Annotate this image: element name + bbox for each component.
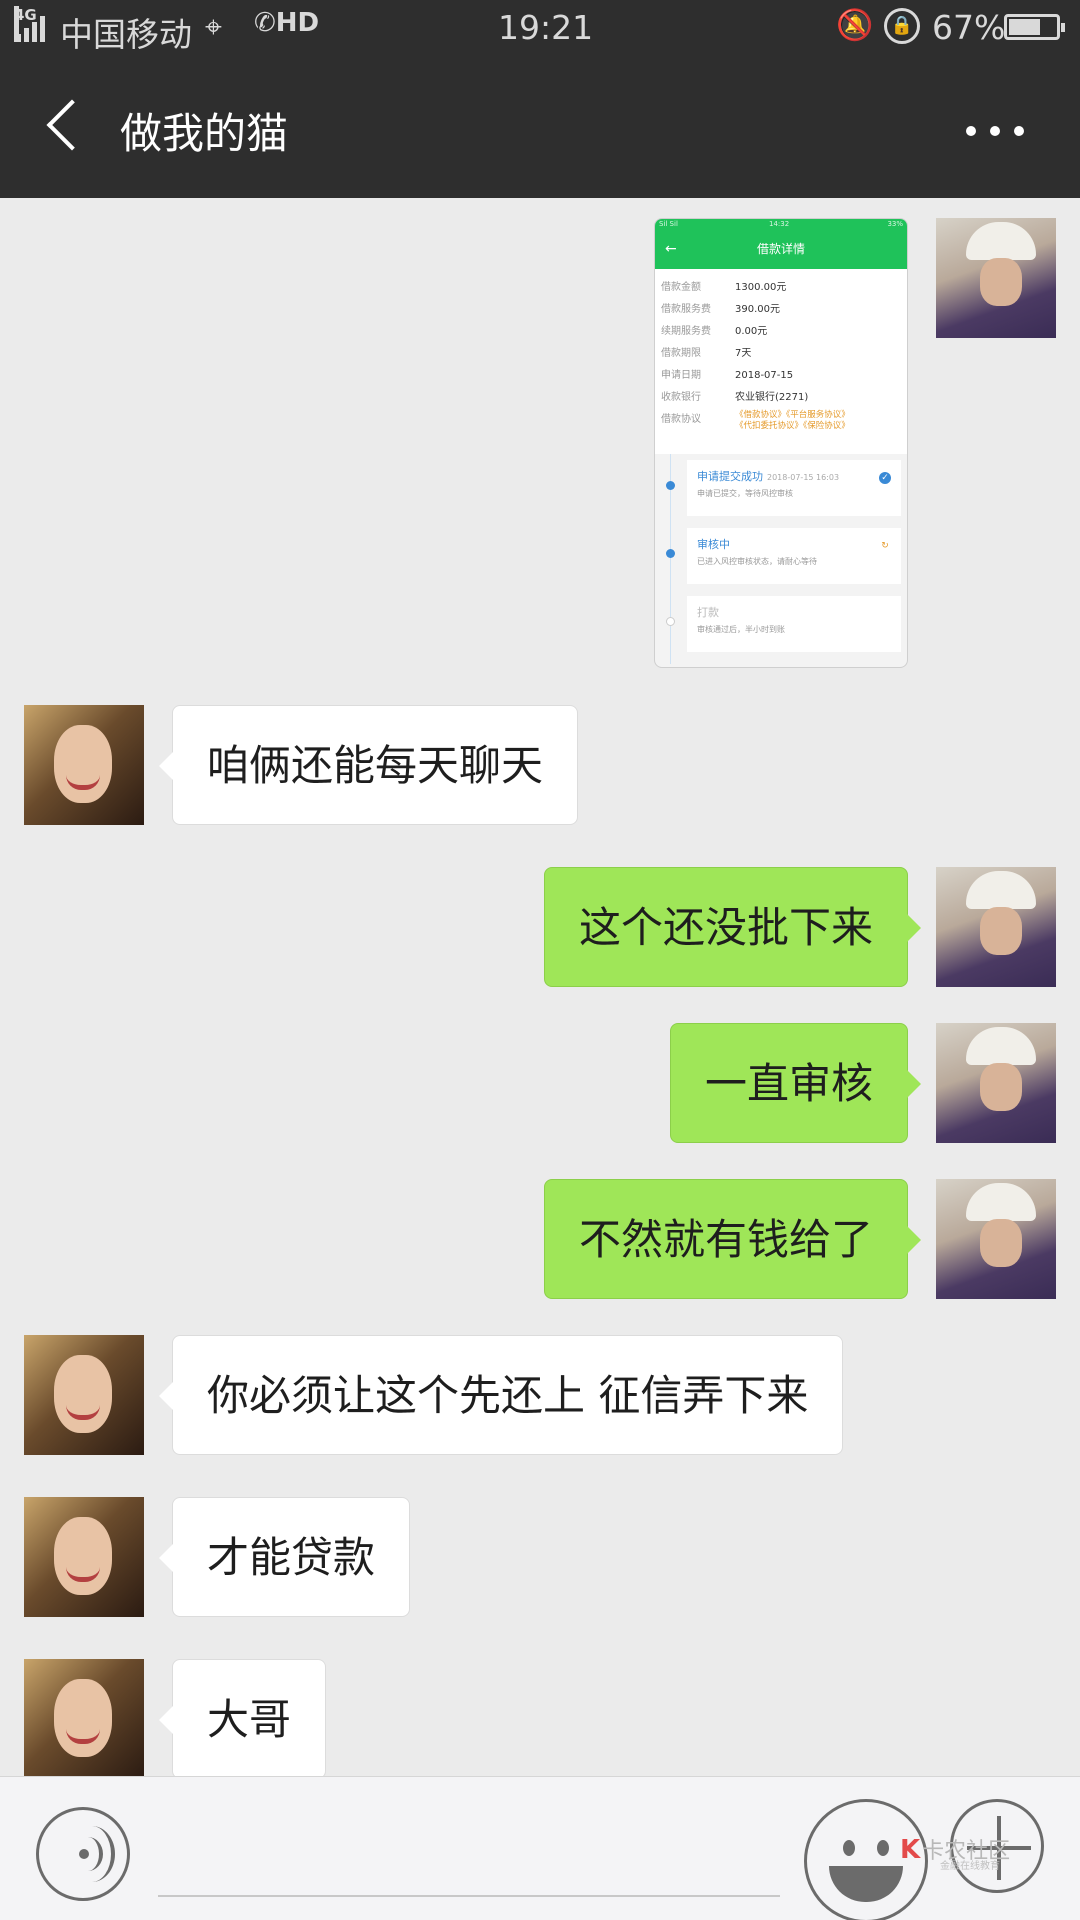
agreement-links: 《借款协议》《平台服务协议》 《代扣委托协议》《保险协议》 bbox=[735, 409, 850, 432]
back-button[interactable] bbox=[40, 97, 90, 157]
message-bubble[interactable]: 你必须让这个先还上 征信弄下来 bbox=[158, 1335, 844, 1455]
my-avatar[interactable] bbox=[936, 1179, 1056, 1299]
voice-input-button[interactable] bbox=[36, 1807, 130, 1901]
contact-avatar[interactable] bbox=[24, 705, 144, 825]
step-time: 2018-07-15 16:03 bbox=[767, 473, 840, 482]
dot bbox=[990, 126, 1000, 136]
dot bbox=[1014, 126, 1024, 136]
battery-icon bbox=[1004, 14, 1065, 40]
shot-status-bar: Sil Sil 14:32 33% bbox=[655, 219, 907, 229]
detail-key: 借款协议 bbox=[661, 414, 701, 425]
contact-avatar[interactable] bbox=[24, 1335, 144, 1455]
step-title: 申请提交成功 bbox=[697, 470, 763, 483]
detail-row: 借款服务费 390.00元 bbox=[661, 299, 901, 321]
detail-value: 7天 bbox=[735, 348, 752, 359]
image-message[interactable]: Sil Sil 14:32 33% ← 借款详情 借款金额 1300.00元 借款… bbox=[654, 218, 908, 668]
carrier-name: 中国移动 bbox=[60, 15, 192, 54]
timeline-dot bbox=[666, 549, 675, 558]
my-avatar[interactable] bbox=[936, 218, 1056, 338]
emoji-eye bbox=[843, 1840, 855, 1856]
contact-avatar[interactable] bbox=[24, 1659, 144, 1776]
shot-battery: 33% bbox=[887, 220, 903, 228]
watermark-logo-icon: K bbox=[900, 1835, 921, 1865]
shot-time: 14:32 bbox=[769, 220, 790, 228]
hd-label: HD bbox=[275, 8, 320, 38]
step-desc: 审核通过后，半小时到账 bbox=[697, 625, 785, 634]
dot bbox=[966, 126, 976, 136]
message-input[interactable] bbox=[158, 1895, 780, 1897]
agreement-links-line: 《借款协议》《平台服务协议》 bbox=[735, 410, 850, 420]
loan-details: 借款金额 1300.00元 借款服务费 390.00元 续期服务费 0.00元 借款期… bbox=[655, 269, 907, 454]
detail-value: 农业银行(2271) bbox=[735, 392, 809, 403]
detail-key: 申请日期 bbox=[661, 370, 701, 381]
wifi-icon: ⌖ bbox=[205, 10, 222, 45]
shot-signal: Sil Sil bbox=[659, 220, 678, 228]
watermark-subtitle: 金融在线教育 bbox=[940, 1861, 1000, 1872]
step-desc: 申请已提交，等待风控审核 bbox=[697, 489, 793, 498]
detail-key: 续期服务费 bbox=[661, 326, 711, 337]
step-title: 审核中 bbox=[697, 538, 730, 551]
shot-header: ← 借款详情 bbox=[655, 229, 907, 269]
hd-call-icon: ✆HD bbox=[254, 8, 320, 38]
watermark: K卡农社区 金融在线教育 bbox=[900, 1833, 1050, 1872]
battery-percent: 67% bbox=[932, 8, 1006, 47]
detail-value: 1300.00元 bbox=[735, 282, 787, 293]
emoji-eye bbox=[877, 1840, 889, 1856]
my-avatar[interactable] bbox=[936, 867, 1056, 987]
agreement-row: 借款协议 《借款协议》《平台服务协议》 《代扣委托协议》《保险协议》 bbox=[661, 409, 901, 431]
chat-title: 做我的猫 bbox=[120, 109, 289, 158]
mute-icon: 🔕 bbox=[836, 8, 874, 43]
emoji-mouth bbox=[829, 1866, 903, 1902]
message-bubble[interactable]: 这个还没批下来 bbox=[543, 867, 922, 987]
agreement-links-line: 《代扣委托协议》《保险协议》 bbox=[735, 421, 850, 431]
timeline-step: 打款 审核通过后，半小时到账 bbox=[687, 596, 901, 652]
detail-value: 0.00元 bbox=[735, 326, 768, 337]
detail-row: 借款金额 1300.00元 bbox=[661, 277, 901, 299]
sync-icon: ↻ bbox=[881, 541, 889, 551]
detail-key: 借款期限 bbox=[661, 348, 701, 359]
detail-value: 390.00元 bbox=[735, 304, 780, 315]
detail-key: 收款银行 bbox=[661, 392, 701, 403]
my-avatar[interactable] bbox=[936, 1023, 1056, 1143]
timeline-dot bbox=[666, 617, 675, 626]
check-icon: ✓ bbox=[879, 472, 891, 484]
chat-header: 做我的猫 bbox=[0, 55, 1080, 198]
input-bar: K卡农社区 金融在线教育 bbox=[0, 1776, 1080, 1920]
message-bubble[interactable]: 咱俩还能每天聊天 bbox=[158, 705, 579, 825]
message-bubble[interactable]: 一直审核 bbox=[669, 1023, 922, 1143]
more-options-button[interactable] bbox=[960, 109, 1030, 149]
signal-icon: 4G bbox=[14, 6, 48, 42]
detail-row: 申请日期 2018-07-15 bbox=[661, 365, 901, 387]
step-desc: 已进入风控审核状态，请耐心等待 bbox=[697, 557, 817, 566]
status-bar: 4G 中国移动 ⌖ ✆HD 19:21 🔕 🔒 67% bbox=[0, 0, 1080, 55]
timeline-dot bbox=[666, 481, 675, 490]
clock: 19:21 bbox=[498, 8, 594, 47]
shot-title: 借款详情 bbox=[756, 242, 805, 256]
timeline-step: 审核中 已进入风控审核状态，请耐心等待 ↻ bbox=[687, 528, 901, 584]
detail-row: 续期服务费 0.00元 bbox=[661, 321, 901, 343]
contact-avatar[interactable] bbox=[24, 1497, 144, 1617]
message-bubble[interactable]: 不然就有钱给了 bbox=[543, 1179, 922, 1299]
detail-row: 借款期限 7天 bbox=[661, 343, 901, 365]
step-title: 打款 bbox=[697, 606, 719, 619]
message-list[interactable]: Sil Sil 14:32 33% ← 借款详情 借款金额 1300.00元 借款… bbox=[0, 198, 1080, 1776]
rotation-lock-icon: 🔒 bbox=[884, 8, 920, 44]
timeline-step: 申请提交成功 2018-07-15 16:03 申请已提交，等待风控审核 ✓ bbox=[687, 460, 901, 516]
detail-key: 借款金额 bbox=[661, 282, 701, 293]
message-bubble[interactable]: 大哥 bbox=[158, 1659, 327, 1776]
detail-value: 2018-07-15 bbox=[735, 370, 794, 381]
voice-wave bbox=[69, 1826, 115, 1882]
battery-level bbox=[1009, 19, 1040, 35]
shot-back-icon: ← bbox=[665, 241, 677, 257]
detail-key: 借款服务费 bbox=[661, 304, 711, 315]
detail-row: 收款银行 农业银行(2271) bbox=[661, 387, 901, 409]
message-bubble[interactable]: 才能贷款 bbox=[158, 1497, 411, 1617]
progress-timeline: 申请提交成功 2018-07-15 16:03 申请已提交，等待风控审核 ✓ 审核… bbox=[655, 454, 907, 664]
